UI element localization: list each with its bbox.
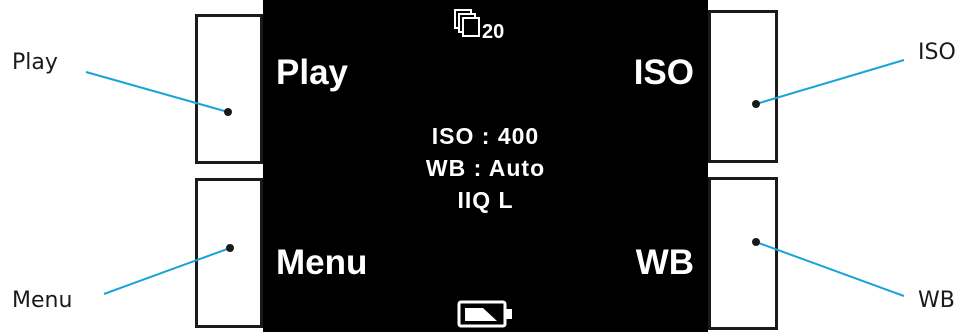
callout-label-play: Play bbox=[12, 50, 58, 75]
battery-icon-svg bbox=[457, 300, 512, 328]
wb-setting: WB : Auto bbox=[425, 155, 546, 181]
callout-label-menu: Menu bbox=[12, 288, 73, 313]
leader-line-iso bbox=[755, 59, 905, 105]
callout-label-iso: ISO bbox=[918, 40, 956, 65]
play-button[interactable] bbox=[195, 14, 263, 164]
screen-label-wb: WB bbox=[635, 243, 694, 282]
format-setting: IIQ L bbox=[457, 187, 514, 213]
menu-button[interactable] bbox=[195, 178, 263, 328]
image-stack-icon: 20 bbox=[453, 8, 533, 42]
battery-icon bbox=[457, 300, 517, 328]
screen-label-play: Play bbox=[276, 53, 348, 92]
screen-label-menu: Menu bbox=[276, 243, 368, 282]
shot-counter: 20 bbox=[482, 21, 505, 43]
callout-label-wb: WB bbox=[918, 288, 955, 313]
iso-setting: ISO : 400 bbox=[431, 123, 540, 149]
settings-summary: ISO : 400 WB : Auto IIQ L bbox=[263, 120, 708, 216]
wb-button[interactable] bbox=[708, 177, 778, 330]
leader-line-wb bbox=[755, 241, 905, 297]
iso-button[interactable] bbox=[708, 10, 778, 163]
camera-screen: 20 Play ISO Menu WB ISO : 400 WB : Auto … bbox=[263, 0, 708, 332]
screen-label-iso: ISO bbox=[633, 53, 694, 92]
